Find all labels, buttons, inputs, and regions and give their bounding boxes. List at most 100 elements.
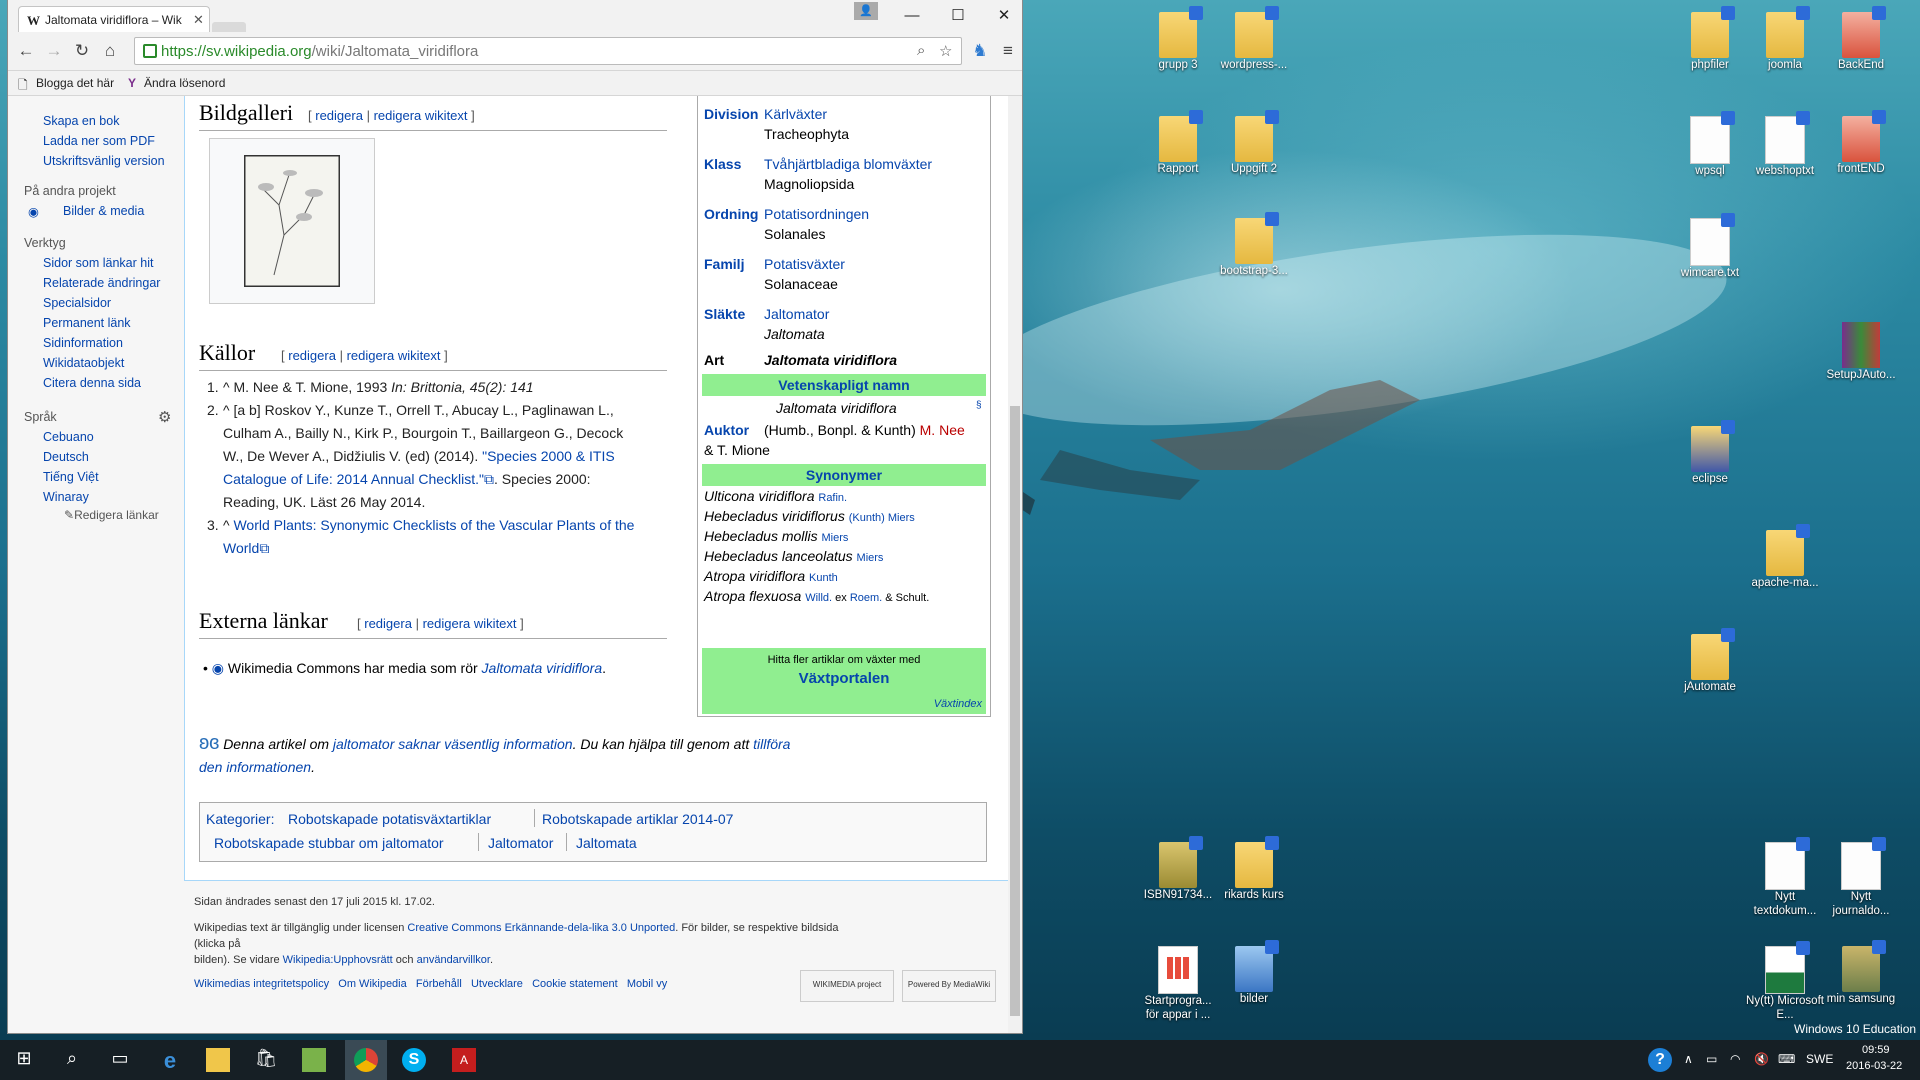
sidebar-link[interactable]: Ladda ner som PDF xyxy=(43,134,155,148)
sidebar-link[interactable]: Specialsidor xyxy=(43,296,111,310)
desktop-icon[interactable]: bilder xyxy=(1214,940,1294,1006)
battery-icon[interactable]: ▭ xyxy=(1706,1052,1717,1066)
sidebar-link[interactable]: Bilder & media xyxy=(63,204,144,218)
desktop-icon[interactable]: apache-ma... xyxy=(1745,524,1825,590)
sci-name-marker[interactable]: § xyxy=(976,400,982,411)
bookmark-item[interactable]: Blogga det här xyxy=(36,76,114,90)
footer-link[interactable]: Cookie statement xyxy=(532,978,618,990)
synonym-author[interactable]: Rafin. xyxy=(818,492,847,504)
taxobox-link[interactable]: Potatisordningen xyxy=(764,206,869,222)
wifi-icon[interactable]: ◠ xyxy=(1730,1052,1740,1066)
taxobox-link[interactable]: Jaltomator xyxy=(764,306,829,322)
maximize-button[interactable]: ☐ xyxy=(938,4,978,28)
scrollbar-thumb[interactable] xyxy=(1010,406,1020,1016)
desktop-icon[interactable]: SetupJAuto... xyxy=(1821,322,1901,382)
footer-link[interactable]: Förbehåll xyxy=(416,978,462,990)
category-link[interactable]: Jaltomator xyxy=(488,835,553,851)
close-tab-icon[interactable]: ✕ xyxy=(193,12,204,28)
desktop-icon[interactable]: Startprogra... för appar i ... xyxy=(1138,946,1218,1022)
bookmark-star-icon[interactable]: ☆ xyxy=(939,42,952,60)
auktor-link[interactable]: M. Nee xyxy=(920,422,965,438)
desktop-icon[interactable]: wimcare.txt xyxy=(1670,213,1750,280)
license-link[interactable]: Creative Commons Erkännande-dela-lika 3.… xyxy=(407,922,675,934)
sidebar-link[interactable]: Relaterade ändringar xyxy=(43,276,160,290)
reference-link[interactable]: World Plants: Synonymic Checklists of th… xyxy=(233,517,634,533)
edit-wikitext-link[interactable]: redigera wikitext xyxy=(423,616,517,631)
reference-link[interactable]: Catalogue of Life: 2014 Annual Checklist… xyxy=(223,471,484,487)
edge-browser-icon[interactable]: e xyxy=(158,1048,182,1073)
desktop-icon[interactable]: eclipse xyxy=(1670,420,1750,486)
sidebar-link[interactable]: Sidinformation xyxy=(43,336,123,350)
footer-link[interactable]: Mobil vy xyxy=(627,978,667,990)
home-button[interactable]: ⌂ xyxy=(100,41,120,61)
search-icon[interactable]: ⌕ xyxy=(60,1048,84,1072)
clock-date[interactable]: 2016-03-22 xyxy=(1846,1060,1902,1072)
sidebar-link[interactable]: Winaray xyxy=(43,490,89,504)
license-link[interactable]: Wikipedia:Upphovsrätt xyxy=(283,954,393,966)
footer-link[interactable]: Utvecklare xyxy=(471,978,523,990)
synonym-author[interactable]: Kunth xyxy=(809,572,838,584)
chrome-icon[interactable] xyxy=(354,1048,378,1072)
footer-link[interactable]: Wikimedias integritetspolicy xyxy=(194,978,329,990)
reload-button[interactable]: ↻ xyxy=(72,41,92,61)
gallery-thumbnail[interactable] xyxy=(209,138,375,304)
desktop-icon[interactable]: Ny(tt) Microsoft E... xyxy=(1745,941,1825,1022)
category-link[interactable]: Robotskapade stubbar om jaltomator xyxy=(214,835,444,851)
menu-icon[interactable]: ≡ xyxy=(998,41,1018,61)
desktop-icon[interactable]: Rapport xyxy=(1138,110,1218,176)
desktop-icon[interactable]: ISBN91734... xyxy=(1138,836,1218,902)
minimize-button[interactable]: — xyxy=(892,4,932,28)
notepad-plus-icon[interactable] xyxy=(302,1048,326,1072)
edit-links-link[interactable]: ✎Redigera länkar xyxy=(64,508,159,522)
close-window-button[interactable]: ✕ xyxy=(984,4,1024,28)
category-link[interactable]: Robotskapade artiklar 2014-07 xyxy=(542,811,733,827)
clock-time[interactable]: 09:59 xyxy=(1862,1044,1890,1056)
back-button[interactable]: ← xyxy=(16,41,36,61)
mediawiki-badge[interactable]: Powered By MediaWiki xyxy=(902,970,996,1002)
synonym-author[interactable]: Willd. xyxy=(805,592,832,604)
skype-icon[interactable]: S xyxy=(402,1048,426,1072)
synonym-author[interactable]: Miers xyxy=(822,532,849,544)
portal-index-link[interactable]: Växtindex xyxy=(934,698,982,710)
synonym-author[interactable]: Roem. xyxy=(850,592,882,604)
start-windows-icon[interactable]: ⊞ xyxy=(12,1048,36,1072)
reference-link[interactable]: "Species 2000 & ITIS xyxy=(482,448,615,464)
language-settings-gear-icon[interactable]: ⚙ xyxy=(158,408,171,426)
edit-wikitext-link[interactable]: redigera wikitext xyxy=(374,108,468,123)
commons-link[interactable]: Jaltomata viridiflora xyxy=(482,660,603,676)
zoom-icon[interactable]: ⌕ xyxy=(917,42,925,59)
edit-link[interactable]: redigera xyxy=(315,108,363,123)
sidebar-link[interactable]: Permanent länk xyxy=(43,316,131,330)
stub-link[interactable]: informationen xyxy=(226,759,311,775)
reference-link[interactable]: World xyxy=(223,540,259,556)
sidebar-link[interactable]: Skapa en bok xyxy=(43,114,119,128)
desktop-icon[interactable]: BackEnd xyxy=(1821,6,1901,72)
mute-volume-icon[interactable]: 🔇 xyxy=(1754,1052,1769,1066)
page-scrollbar[interactable] xyxy=(1008,96,1022,1033)
forward-button[interactable]: → xyxy=(44,41,64,61)
category-link[interactable]: Robotskapade potatisväxtartiklar xyxy=(288,811,491,827)
desktop-icon[interactable]: joomla xyxy=(1745,6,1825,72)
categories-label[interactable]: Kategorier: xyxy=(206,811,274,827)
edit-wikitext-link[interactable]: redigera wikitext xyxy=(347,348,441,363)
desktop-icon[interactable]: wordpress-... xyxy=(1214,6,1294,72)
desktop-icon[interactable]: rikards kurs xyxy=(1214,836,1294,902)
license-link[interactable]: användarvillkor xyxy=(417,954,490,966)
extension-icon[interactable]: ♞ xyxy=(970,41,990,61)
sidebar-link[interactable]: Citera denna sida xyxy=(43,376,141,390)
file-explorer-icon[interactable] xyxy=(206,1048,230,1072)
desktop-icon[interactable]: grupp 3 xyxy=(1138,6,1218,72)
store-icon[interactable]: 🛍 xyxy=(254,1048,278,1072)
taxobox-link[interactable]: Potatisväxter xyxy=(764,256,845,272)
sidebar-link[interactable]: Cebuano xyxy=(43,430,94,444)
footer-link[interactable]: Om Wikipedia xyxy=(338,978,406,990)
category-link[interactable]: Jaltomata xyxy=(576,835,637,851)
task-view-icon[interactable]: ▭ xyxy=(108,1048,132,1072)
taxobox-link[interactable]: Tvåhjärtbladiga blomväxter xyxy=(764,156,932,172)
edit-link[interactable]: redigera xyxy=(288,348,336,363)
desktop-icon[interactable]: Nytt textdokum... xyxy=(1745,837,1825,918)
stub-link[interactable]: saknar väsentlig information xyxy=(394,736,572,752)
edit-link[interactable]: redigera xyxy=(364,616,412,631)
taxobox-link[interactable]: Kärlväxter xyxy=(764,106,827,122)
user-profile-icon[interactable]: 👤 xyxy=(854,2,878,20)
